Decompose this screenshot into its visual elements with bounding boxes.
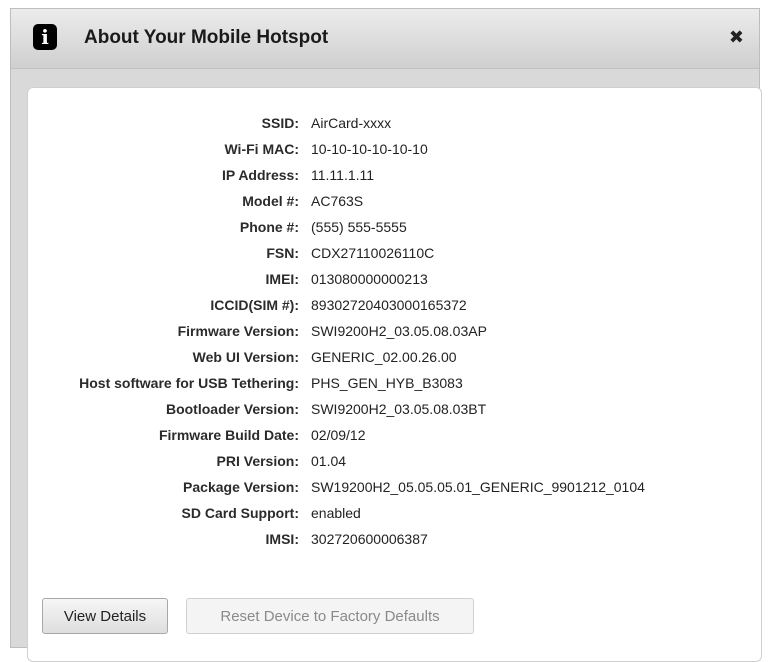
info-row-bootloader-version: Bootloader Version: SWI9200H2_03.05.08.0…: [28, 396, 761, 422]
info-label: SD Card Support:: [181, 505, 299, 521]
info-value: SWI9200H2_03.05.08.03BT: [311, 401, 487, 417]
dialog-titlebar: i About Your Mobile Hotspot ✖: [11, 9, 759, 69]
info-icon: i: [33, 24, 57, 50]
info-row-pri-version: PRI Version: 01.04: [28, 448, 761, 474]
info-label: Phone #:: [239, 219, 299, 235]
info-row-host-software: Host software for USB Tethering: PHS_GEN…: [28, 370, 761, 396]
info-row-fsn: FSN: CDX27110026110C: [28, 240, 761, 266]
info-label: ICCID(SIM #):: [210, 297, 299, 313]
info-label: Web UI Version:: [192, 349, 299, 365]
info-value: 10-10-10-10-10-10: [311, 141, 428, 157]
info-panel: SSID: AirCard-xxxx Wi-Fi MAC: 10-10-10-1…: [27, 87, 762, 662]
info-label: Host software for USB Tethering:: [79, 375, 299, 391]
info-label: Wi-Fi MAC:: [224, 141, 299, 157]
info-row-package-version: Package Version: SW19200H2_05.05.05.01_G…: [28, 474, 761, 500]
view-details-button[interactable]: View Details: [42, 598, 168, 634]
info-value: CDX27110026110C: [311, 245, 435, 261]
info-value: 01.04: [311, 453, 347, 469]
info-value: 013080000000213: [311, 271, 428, 287]
info-label: Package Version:: [183, 479, 299, 495]
info-label: PRI Version:: [216, 453, 299, 469]
info-value: (555) 555-5555: [311, 219, 407, 235]
info-value: PHS_GEN_HYB_B3083: [311, 375, 463, 391]
info-row-firmware-build-date: Firmware Build Date: 02/09/12: [28, 422, 761, 448]
info-label: Firmware Version:: [177, 323, 299, 339]
info-value: GENERIC_02.00.26.00: [311, 349, 457, 365]
info-row-phone: Phone #: (555) 555-5555: [28, 214, 761, 240]
info-row-wifi-mac: Wi-Fi MAC: 10-10-10-10-10-10: [28, 136, 761, 162]
info-row-imsi: IMSI: 302720600006387: [28, 526, 761, 552]
info-list: SSID: AirCard-xxxx Wi-Fi MAC: 10-10-10-1…: [28, 110, 761, 552]
info-value: 11.11.1.11: [311, 167, 375, 183]
info-value: AirCard-xxxx: [311, 115, 392, 131]
info-row-ssid: SSID: AirCard-xxxx: [28, 110, 761, 136]
info-row-ip-address: IP Address: 11.11.1.11: [28, 162, 761, 188]
info-label: SSID:: [261, 115, 299, 131]
info-row-firmware-version: Firmware Version: SWI9200H2_03.05.08.03A…: [28, 318, 761, 344]
info-label: Model #:: [242, 193, 299, 209]
info-label: Firmware Build Date:: [158, 427, 299, 443]
info-value: 02/09/12: [311, 427, 366, 443]
close-icon[interactable]: ✖: [729, 27, 744, 48]
info-value: enabled: [311, 505, 361, 521]
info-label: FSN:: [266, 245, 299, 261]
reset-factory-defaults-button[interactable]: Reset Device to Factory Defaults: [186, 598, 474, 634]
info-label: Bootloader Version:: [165, 401, 299, 417]
info-row-iccid: ICCID(SIM #): 89302720403000165372: [28, 292, 761, 318]
about-dialog: i About Your Mobile Hotspot ✖ SSID: AirC…: [10, 8, 762, 662]
info-value: 302720600006387: [311, 531, 428, 547]
info-row-model: Model #: AC763S: [28, 188, 761, 214]
info-row-sd-card-support: SD Card Support: enabled: [28, 500, 761, 526]
info-value: AC763S: [311, 193, 364, 209]
info-value: SWI9200H2_03.05.08.03AP: [311, 323, 487, 339]
info-value: SW19200H2_05.05.05.01_GENERIC_9901212_01…: [311, 479, 645, 495]
dialog-title: About Your Mobile Hotspot: [84, 27, 329, 48]
info-label: IMSI:: [265, 531, 299, 547]
info-label: IMEI:: [265, 271, 299, 287]
info-row-web-ui-version: Web UI Version: GENERIC_02.00.26.00: [28, 344, 761, 370]
info-label: IP Address:: [221, 167, 299, 183]
info-value: 89302720403000165372: [311, 297, 467, 313]
info-row-imei: IMEI: 013080000000213: [28, 266, 761, 292]
